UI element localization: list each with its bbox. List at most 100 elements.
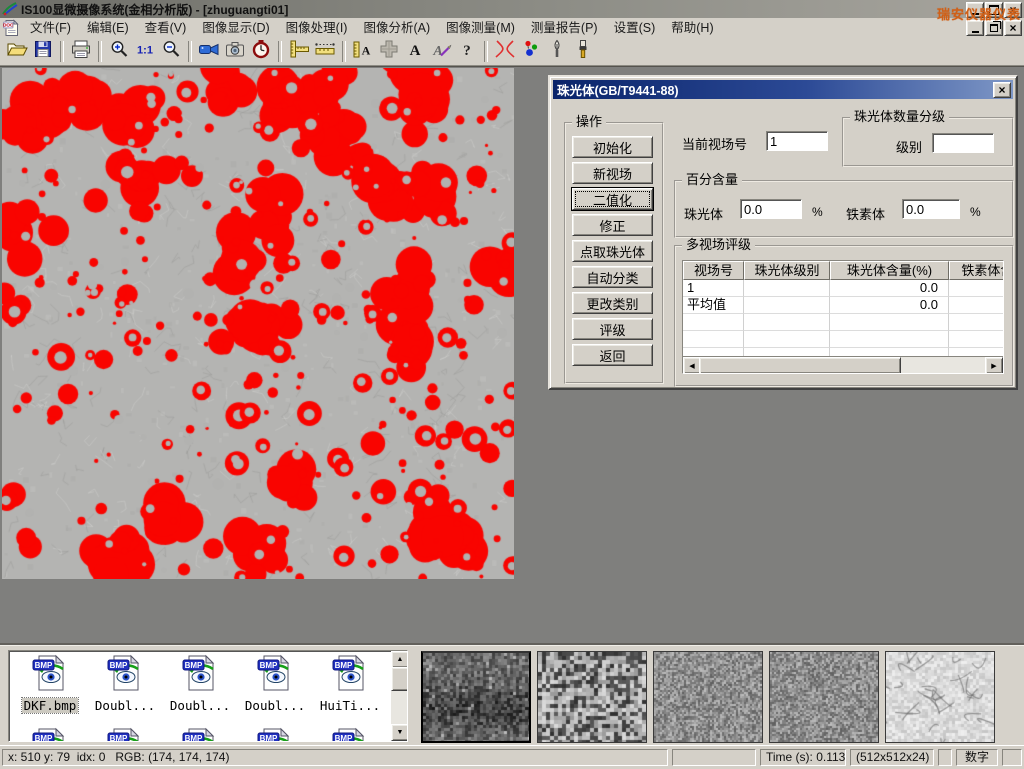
title-bar[interactable]: IS100显微摄像系统(金相分析版) - [zhuguangti01] [0,0,1024,18]
file-item[interactable]: BMP [313,727,387,742]
dialog-close-icon[interactable] [993,82,1011,98]
toolbar-edit-annotation-button[interactable]: A [428,40,454,64]
toolbar-print-button[interactable] [68,40,94,64]
toolbar-zoom-out-button[interactable] [158,40,184,64]
metallographic-image[interactable] [2,68,514,579]
table-cell [744,297,830,314]
document-icon[interactable]: DOC [0,19,22,37]
menu-item[interactable]: 测量报告(P) [523,21,606,35]
menu-item[interactable]: 图像显示(D) [194,21,277,35]
percent-group-label: 百分含量 [682,173,742,187]
file-item[interactable]: BMPDKF.bmp [13,654,87,715]
toolbar-separator [60,41,64,62]
scroll-up-icon[interactable]: ▲ [391,651,408,668]
current-view-label: 当前视场号 [682,134,747,153]
toolbar-separator [98,41,102,62]
toolbar-curve-tool-button[interactable] [492,40,518,64]
menu-item[interactable]: 文件(F) [22,21,79,35]
table-hscrollbar[interactable]: ◀ ▶ [683,356,1003,373]
binarize-button[interactable]: 二值化 [572,188,653,210]
file-item[interactable]: BMPDoubl... [163,654,237,715]
correct-button[interactable]: 修正 [572,214,653,236]
grade-button[interactable]: 评级 [572,318,653,340]
toolbar-text-annotation-button[interactable]: A [402,40,428,64]
file-item[interactable]: BMP Doubl... [88,654,162,715]
toolbar-video-capture-button[interactable] [196,40,222,64]
menu-item[interactable]: 图像处理(I) [278,21,356,35]
toolbar-save-file-button[interactable] [30,40,56,64]
toolbar-line-measure-button[interactable] [312,40,338,64]
scroll-right-icon[interactable]: ▶ [985,357,1003,374]
table-header-cell[interactable]: 珠光体级别 [744,261,830,280]
file-item[interactable]: BMP [238,727,312,742]
toolbar-help-button[interactable]: ? [454,40,480,64]
menu-item[interactable]: 图像测量(M) [438,21,523,35]
table-row[interactable]: 平均值0.0 [683,297,1003,314]
change-category-button[interactable]: 更改类别 [572,292,653,314]
snapshot-icon [224,39,246,64]
file-name[interactable]: Doubl... [168,698,232,713]
empty-status-panel [672,749,756,766]
ferrite-label: 铁素体 [846,204,885,223]
table-header-cell[interactable]: 铁素体含量(%) [949,261,1003,280]
toolbar-brush-tool-button[interactable] [570,40,596,64]
table-cell [949,331,1003,348]
multiview-table[interactable]: 视场号珠光体级别珠光体含量(%)铁素体含量(%) 10.0平均值0.0 ◀ ▶ [682,260,1004,374]
sample-thumbnail-2[interactable] [537,651,647,743]
menu-item[interactable]: 编辑(E) [79,21,137,35]
vscroll-thumb[interactable] [391,667,408,691]
menu-item[interactable]: 设置(S) [606,21,664,35]
menu-item[interactable]: 图像分析(A) [355,21,438,35]
file-item[interactable]: BMP [88,727,162,742]
pearlite-value-input[interactable] [740,199,802,219]
table-header-cell[interactable]: 珠光体含量(%) [830,261,949,280]
toolbar-classify-tool-button[interactable] [518,40,544,64]
bmp-file-icon: BMP [107,679,143,696]
sample-thumbnail-3[interactable] [653,651,763,743]
file-list-scrollbar[interactable]: ▲ ▼ [391,651,407,741]
toolbar-timer-button[interactable] [248,40,274,64]
toolbar-snapshot-button[interactable] [222,40,248,64]
table-header-cell[interactable]: 视场号 [683,261,744,280]
table-row[interactable]: 10.0 [683,280,1003,297]
grade-input[interactable] [932,133,994,153]
dialog-title-bar[interactable]: 珠光体(GB/T9441-88) [553,80,1013,99]
sample-thumbnail-4[interactable] [769,651,879,743]
toolbar-caliper-measure-button[interactable] [286,40,312,64]
toolbar-zoom-in-button[interactable] [106,40,132,64]
pick-pearlite-button[interactable]: 点取珠光体 [572,240,653,262]
toolbar-label-measure-button[interactable]: A [350,40,376,64]
timer-icon [251,39,271,64]
file-name[interactable]: Doubl... [243,698,307,713]
caliper-measure-icon [288,39,310,64]
table-cell: 平均值 [683,297,744,314]
menu-item[interactable]: 帮助(H) [663,21,721,35]
toolbar-open-file-button[interactable] [4,40,30,64]
file-name[interactable]: HuiTi... [318,698,382,713]
sample-thumbnail-5[interactable] [885,651,995,743]
toolbar-pen-tool-button[interactable] [544,40,570,64]
file-item[interactable]: BMP [163,727,237,742]
menu-item[interactable]: 查看(V) [137,21,195,35]
file-browser-panel: BMPDKF.bmpBMPDoubl...BMPDoubl...BMPDoubl… [0,645,1024,746]
initialize-button[interactable]: 初始化 [572,136,653,158]
sample-thumbnail-1[interactable] [421,651,531,743]
svg-text:BMP: BMP [335,734,353,742]
hscroll-thumb[interactable] [699,357,901,374]
file-item[interactable]: BMP [13,727,87,742]
table-row[interactable] [683,331,1003,348]
file-item[interactable]: BMPHuiTi... [313,654,387,715]
file-list[interactable]: BMPDKF.bmpBMPDoubl...BMPDoubl...BMPDoubl… [8,650,408,742]
ferrite-value-input[interactable] [902,199,960,219]
current-view-input[interactable] [766,131,828,151]
file-name[interactable]: DKF.bmp [22,698,79,713]
return-button[interactable]: 返回 [572,344,653,366]
scroll-down-icon[interactable]: ▼ [391,724,408,741]
table-row[interactable] [683,314,1003,331]
auto-classify-button[interactable]: 自动分类 [572,266,653,288]
file-item[interactable]: BMPDoubl... [238,654,312,715]
toolbar-actual-size-button[interactable]: 1:1 [132,40,158,64]
new-field-button[interactable]: 新视场 [572,162,653,184]
file-name[interactable]: Doubl... [93,698,157,713]
toolbar-grid-overlay-button[interactable] [376,40,402,64]
